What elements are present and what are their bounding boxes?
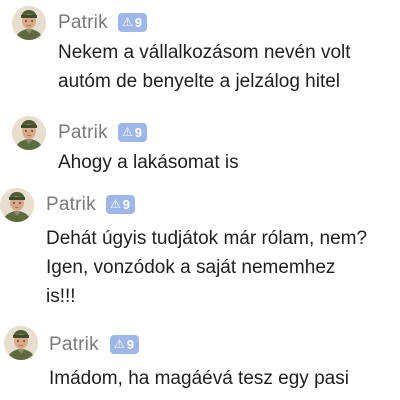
user-badge: ⚠ 9 <box>106 195 135 214</box>
badge-count: 9 <box>122 197 130 212</box>
warning-triangle-icon: ⚠ <box>110 197 121 211</box>
user-avatar[interactable] <box>4 326 38 360</box>
message-text: Ahogy a lakásomat is <box>58 148 239 177</box>
badge-count: 9 <box>126 337 134 352</box>
user-badge: ⚠ 9 <box>118 123 147 142</box>
user-badge: ⚠ 9 <box>118 13 147 32</box>
message-line: Igen, vonzódok a saját nememhez <box>46 257 336 278</box>
user-avatar[interactable] <box>12 6 46 40</box>
author-name[interactable]: Patrik <box>46 194 96 216</box>
message-line: Ahogy a lakásomat is <box>58 152 239 173</box>
author-name[interactable]: Patrik <box>49 334 99 356</box>
message-line: Imádom, ha magáévá tesz egy pasi <box>49 368 349 389</box>
message-line: Dehát úgyis tudjátok már rólam, nem? <box>46 228 368 249</box>
user-avatar[interactable] <box>12 116 46 150</box>
author-name[interactable]: Patrik <box>58 12 108 34</box>
author-name[interactable]: Patrik <box>58 122 108 144</box>
message-line: is!!! <box>46 286 76 307</box>
warning-triangle-icon: ⚠ <box>122 125 133 139</box>
warning-triangle-icon: ⚠ <box>122 15 133 29</box>
message-text: Nekem a vállalkozásom nevén volt autóm d… <box>58 38 351 96</box>
user-avatar[interactable] <box>0 188 34 222</box>
message-text: Dehát úgyis tudjátok már rólam, nem? Ige… <box>46 224 367 311</box>
badge-count: 9 <box>134 125 142 140</box>
message-line: Nekem a vállalkozásom nevén volt <box>58 42 351 63</box>
message-text: Imádom, ha magáévá tesz egy pasi <box>49 364 349 393</box>
message-line: autóm de benyelte a jelzálog hitel <box>58 71 341 92</box>
user-badge: ⚠ 9 <box>110 335 139 354</box>
warning-triangle-icon: ⚠ <box>114 337 125 351</box>
badge-count: 9 <box>134 15 142 30</box>
